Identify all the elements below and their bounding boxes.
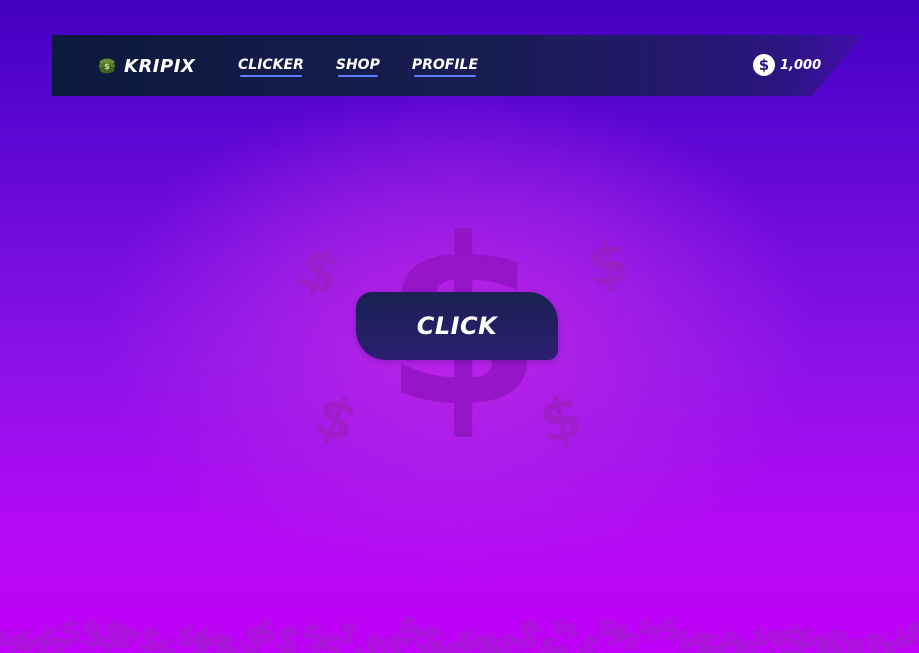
money-stack-icon: $ bbox=[98, 58, 116, 74]
brand-logo[interactable]: $ KRIPIX bbox=[96, 54, 195, 78]
click-button[interactable]: CLICK bbox=[356, 292, 558, 360]
balance-display: $ 1,000 bbox=[753, 54, 821, 76]
nav-link-shop[interactable]: SHOP bbox=[336, 57, 380, 77]
balance-value: 1,000 bbox=[780, 57, 822, 73]
dollar-sign-icon: $ bbox=[289, 232, 351, 310]
dollar-sign-icon: $ bbox=[583, 227, 633, 301]
dollar-sign-icon: $ bbox=[305, 382, 366, 457]
svg-text:$: $ bbox=[104, 61, 110, 71]
main-nav: CLICKER SHOP PROFILE bbox=[238, 57, 478, 77]
nav-link-clicker[interactable]: CLICKER bbox=[238, 57, 304, 77]
dollar-pile-decoration: $ $ $ $ $ $ $ $ $ $ $ $ $ $ $ $ $ $ $ $ $ $ $ $ $ $ $ $ $ $ $ $ $ $ $ $ $ $ $ $… bbox=[0, 607, 919, 653]
nav-link-profile[interactable]: PROFILE bbox=[412, 57, 478, 77]
dollar-sign-icon: $ bbox=[533, 381, 589, 459]
brand-name: KRIPIX bbox=[124, 55, 196, 77]
dollar-coin-icon: $ bbox=[753, 54, 775, 76]
